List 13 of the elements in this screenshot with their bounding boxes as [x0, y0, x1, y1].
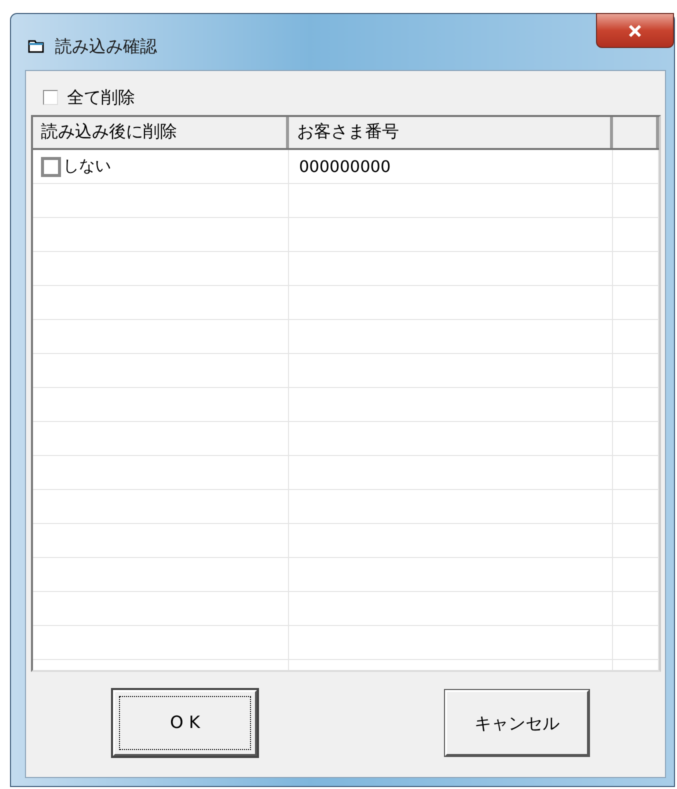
cancel-button[interactable]: キャンセル [445, 690, 589, 756]
checkbox[interactable] [43, 90, 58, 104]
ok-button[interactable]: O K [113, 690, 257, 756]
column-header[interactable]: お客さま番号 [289, 117, 613, 148]
column-header[interactable]: 読み込み後に削除 [33, 117, 289, 148]
window-title: 読み込み確認 [55, 36, 157, 58]
close-button[interactable] [596, 13, 674, 48]
table-cell: 000000000 [299, 157, 391, 176]
checkbox[interactable] [41, 156, 61, 176]
window-icon [27, 38, 45, 54]
cell-label: しない [63, 156, 111, 177]
close-icon [627, 24, 643, 38]
checkbox-label: 全て削除 [67, 86, 135, 108]
